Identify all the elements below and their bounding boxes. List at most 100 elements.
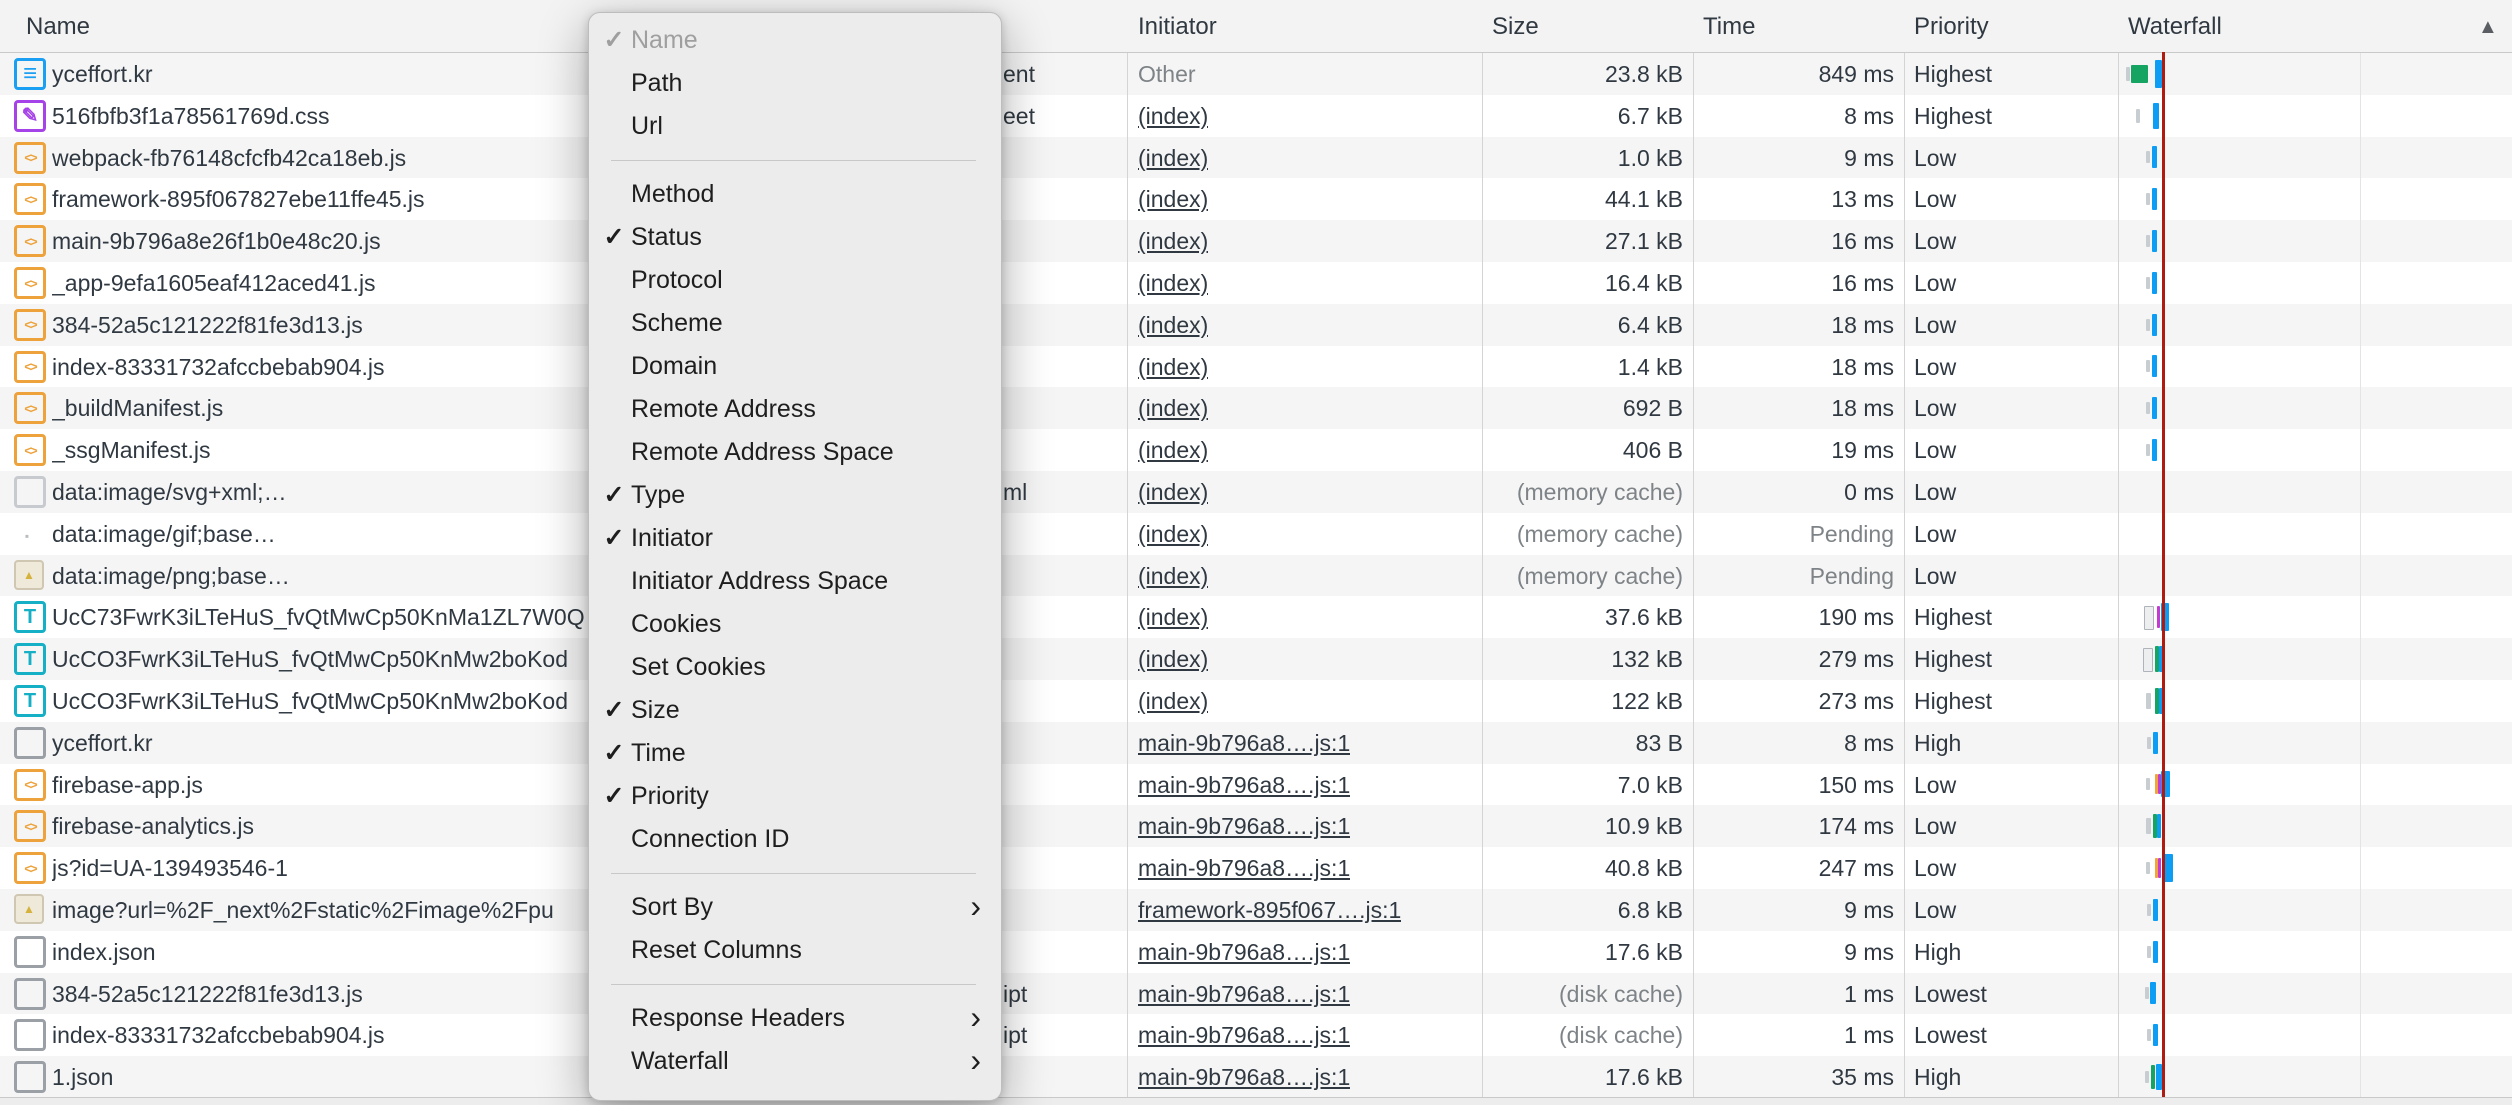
column-header-initiator[interactable]: Initiator: [1138, 13, 1217, 41]
menu-item-remote-address-space[interactable]: Remote Address Space: [589, 431, 1001, 474]
menu-item-priority[interactable]: ✓Priority: [589, 775, 1001, 818]
menu-item-protocol[interactable]: Protocol: [589, 259, 1001, 302]
menu-item-domain[interactable]: Domain: [589, 345, 1001, 388]
menu-item-path[interactable]: Path: [589, 62, 1001, 105]
table-row[interactable]: <>index-83331732afccbebab904.js(index)1.…: [0, 346, 2512, 388]
menu-item-reset-columns[interactable]: Reset Columns: [589, 929, 1001, 972]
initiator-link[interactable]: main-9b796a8….js:1: [1138, 931, 1350, 973]
request-name[interactable]: js?id=UA-139493546-1: [52, 847, 288, 889]
menu-item-remote-address[interactable]: Remote Address: [589, 388, 1001, 431]
initiator-link[interactable]: (index): [1138, 304, 1208, 346]
request-name[interactable]: index-83331732afccbebab904.js: [52, 346, 385, 388]
request-name[interactable]: _app-9efa1605eaf412aced41.js: [52, 262, 376, 304]
initiator-link[interactable]: (index): [1138, 555, 1208, 597]
table-row[interactable]: ▲data:image/png;base…(index)(memory cach…: [0, 555, 2512, 597]
table-row[interactable]: <>_buildManifest.js(index)692 B18 msLow: [0, 387, 2512, 429]
initiator-link[interactable]: main-9b796a8….js:1: [1138, 805, 1350, 847]
column-header-size[interactable]: Size: [1492, 13, 1539, 41]
table-row[interactable]: <>js?id=UA-139493546-1main-9b796a8….js:1…: [0, 847, 2512, 889]
request-name[interactable]: index-83331732afccbebab904.js: [52, 1014, 385, 1056]
table-row[interactable]: <>_ssgManifest.js(index)406 B19 msLow: [0, 429, 2512, 471]
table-row[interactable]: ✎516fbfb3f1a78561769d.csseet(index)6.7 k…: [0, 95, 2512, 137]
column-header-waterfall[interactable]: Waterfall: [2128, 13, 2222, 41]
table-row[interactable]: ▲image?url=%2F_next%2Fstatic%2Fimage%2Fp…: [0, 889, 2512, 931]
menu-item-scheme[interactable]: Scheme: [589, 302, 1001, 345]
initiator-link[interactable]: (index): [1138, 680, 1208, 722]
initiator-link[interactable]: framework-895f067….js:1: [1138, 889, 1401, 931]
menu-item-connection-id[interactable]: Connection ID: [589, 818, 1001, 861]
menu-item-set-cookies[interactable]: Set Cookies: [589, 646, 1001, 689]
column-header-priority[interactable]: Priority: [1914, 13, 1989, 41]
initiator-link[interactable]: (index): [1138, 95, 1208, 137]
initiator-link[interactable]: (index): [1138, 220, 1208, 262]
table-row[interactable]: <>firebase-analytics.jsmain-9b796a8….js:…: [0, 805, 2512, 847]
request-name[interactable]: firebase-analytics.js: [52, 805, 254, 847]
sort-ascending-icon[interactable]: ▲: [2478, 16, 2498, 39]
table-row[interactable]: <>main-9b796a8e26f1b0e48c20.js(index)27.…: [0, 220, 2512, 262]
menu-item-initiator-address-space[interactable]: Initiator Address Space: [589, 560, 1001, 603]
table-row[interactable]: <>_app-9efa1605eaf412aced41.js(index)16.…: [0, 262, 2512, 304]
initiator-link[interactable]: main-9b796a8….js:1: [1138, 722, 1350, 764]
table-row[interactable]: <>firebase-app.jsmain-9b796a8….js:17.0 k…: [0, 764, 2512, 806]
request-name[interactable]: 1.json: [52, 1056, 113, 1098]
request-name[interactable]: image?url=%2F_next%2Fstatic%2Fimage%2Fpu: [52, 889, 554, 931]
initiator-link[interactable]: main-9b796a8….js:1: [1138, 764, 1350, 806]
table-row[interactable]: ≡yceffort.krentOther23.8 kB849 msHighest: [0, 53, 2512, 95]
initiator-link[interactable]: main-9b796a8….js:1: [1138, 1056, 1350, 1098]
table-row[interactable]: yceffort.krmain-9b796a8….js:183 B8 msHig…: [0, 722, 2512, 764]
menu-item-initiator[interactable]: ✓Initiator: [589, 517, 1001, 560]
initiator-link[interactable]: (index): [1138, 429, 1208, 471]
table-row[interactable]: 1.jsonmain-9b796a8….js:117.6 kB35 msHigh: [0, 1056, 2512, 1098]
request-name[interactable]: UcCO3FwrK3iLTeHuS_fvQtMwCp50KnMw2boKod: [52, 638, 568, 680]
initiator-link[interactable]: (index): [1138, 513, 1208, 555]
menu-item-size[interactable]: ✓Size: [589, 689, 1001, 732]
request-name[interactable]: yceffort.kr: [52, 53, 153, 95]
initiator-link[interactable]: (index): [1138, 137, 1208, 179]
request-name[interactable]: data:image/png;base…: [52, 555, 290, 597]
initiator-link[interactable]: (index): [1138, 262, 1208, 304]
table-row[interactable]: TUcCO3FwrK3iLTeHuS_fvQtMwCp50KnMw2boKod(…: [0, 638, 2512, 680]
request-name[interactable]: 384-52a5c121222f81fe3d13.js: [52, 304, 363, 346]
menu-item-status[interactable]: ✓Status: [589, 216, 1001, 259]
column-header-name[interactable]: Name: [26, 13, 90, 41]
table-row[interactable]: <>framework-895f067827ebe11ffe45.js(inde…: [0, 178, 2512, 220]
table-row[interactable]: TUcC73FwrK3iLTeHuS_fvQtMwCp50KnMa1ZL7W0Q…: [0, 596, 2512, 638]
initiator-link[interactable]: (index): [1138, 178, 1208, 220]
table-row[interactable]: ▪data:image/gif;base…(index)(memory cach…: [0, 513, 2512, 555]
menu-item-sort-by[interactable]: Sort By›: [589, 886, 1001, 929]
initiator-link[interactable]: (index): [1138, 346, 1208, 388]
request-name[interactable]: 516fbfb3f1a78561769d.css: [52, 95, 330, 137]
menu-item-cookies[interactable]: Cookies: [589, 603, 1001, 646]
table-row[interactable]: <>webpack-fb76148cfcfb42ca18eb.js(index)…: [0, 137, 2512, 179]
table-row[interactable]: index.jsonmain-9b796a8….js:117.6 kB9 msH…: [0, 931, 2512, 973]
request-name[interactable]: webpack-fb76148cfcfb42ca18eb.js: [52, 137, 406, 179]
request-name[interactable]: UcC73FwrK3iLTeHuS_fvQtMwCp50KnMa1ZL7W0Q: [52, 596, 585, 638]
table-row[interactable]: 384-52a5c121222f81fe3d13.jsiptmain-9b796…: [0, 973, 2512, 1015]
menu-item-response-headers[interactable]: Response Headers›: [589, 997, 1001, 1040]
initiator-link[interactable]: (index): [1138, 638, 1208, 680]
table-row[interactable]: TUcCO3FwrK3iLTeHuS_fvQtMwCp50KnMw2boKod(…: [0, 680, 2512, 722]
request-name[interactable]: firebase-app.js: [52, 764, 203, 806]
request-name[interactable]: UcCO3FwrK3iLTeHuS_fvQtMwCp50KnMw2boKod: [52, 680, 568, 722]
table-row[interactable]: <>384-52a5c121222f81fe3d13.js(index)6.4 …: [0, 304, 2512, 346]
request-name[interactable]: data:image/svg+xml;…: [52, 471, 287, 513]
menu-item-url[interactable]: Url: [589, 105, 1001, 148]
table-row[interactable]: index-83331732afccbebab904.jsiptmain-9b7…: [0, 1014, 2512, 1056]
request-name[interactable]: _buildManifest.js: [52, 387, 223, 429]
menu-item-waterfall[interactable]: Waterfall›: [589, 1040, 1001, 1083]
request-name[interactable]: index.json: [52, 931, 156, 973]
initiator-link[interactable]: (index): [1138, 471, 1208, 513]
table-row[interactable]: data:image/svg+xml;…ml(index)(memory cac…: [0, 471, 2512, 513]
request-name[interactable]: 384-52a5c121222f81fe3d13.js: [52, 973, 363, 1015]
initiator-link[interactable]: main-9b796a8….js:1: [1138, 847, 1350, 889]
initiator-link[interactable]: (index): [1138, 387, 1208, 429]
request-name[interactable]: framework-895f067827ebe11ffe45.js: [52, 178, 425, 220]
request-name[interactable]: main-9b796a8e26f1b0e48c20.js: [52, 220, 381, 262]
column-header-time[interactable]: Time: [1703, 13, 1755, 41]
request-name[interactable]: data:image/gif;base…: [52, 513, 276, 555]
request-name[interactable]: _ssgManifest.js: [52, 429, 211, 471]
menu-item-type[interactable]: ✓Type: [589, 474, 1001, 517]
initiator-link[interactable]: (index): [1138, 596, 1208, 638]
initiator-link[interactable]: main-9b796a8….js:1: [1138, 973, 1350, 1015]
menu-item-time[interactable]: ✓Time: [589, 732, 1001, 775]
